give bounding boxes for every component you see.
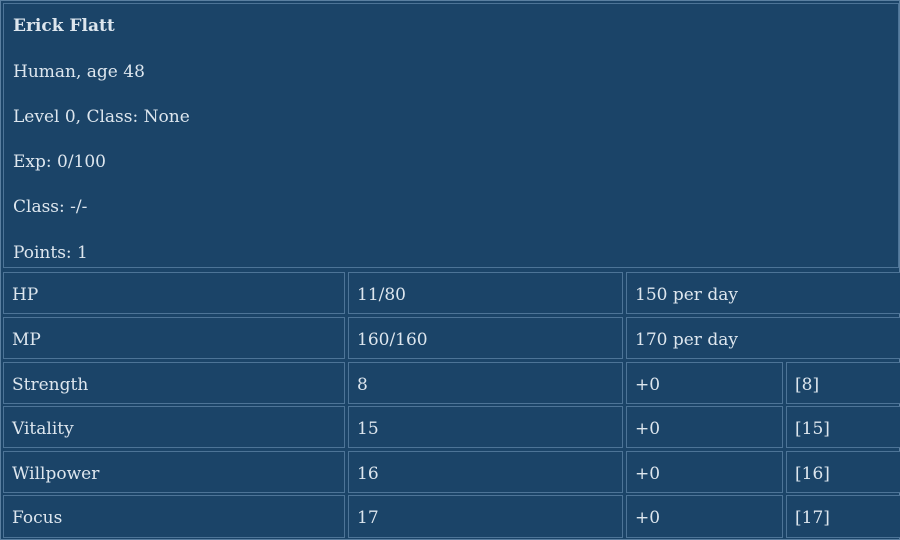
stat-modifier-strength: +0	[626, 362, 783, 404]
stat-total-focus: [17]	[786, 495, 900, 538]
resource-regen-hp: 150 per day	[626, 272, 900, 314]
stat-total-text: [15]	[795, 419, 830, 439]
resource-value-mp: 160/160	[348, 317, 623, 359]
stat-total-vitality: [15]	[786, 406, 900, 448]
stat-modifier-text: +0	[635, 464, 661, 484]
stat-value-text: 8	[357, 375, 368, 395]
experience: Exp: 0/100	[13, 152, 107, 172]
stat-label-strength: Strength	[3, 362, 345, 404]
stat-total-text: [17]	[795, 508, 830, 528]
resource-label-text: MP	[12, 330, 41, 350]
stat-total-strength: [8]	[786, 362, 900, 404]
stat-total-text: [16]	[795, 464, 830, 484]
resource-value-text: 11/80	[357, 285, 406, 305]
stat-modifier-focus: +0	[626, 495, 783, 538]
stat-modifier-vitality: +0	[626, 406, 783, 448]
stat-label-text: Vitality	[12, 419, 74, 439]
resource-regen-text: 150 per day	[635, 285, 738, 305]
stat-total-willpower: [16]	[786, 451, 900, 493]
resource-value-text: 160/160	[357, 330, 428, 350]
stat-value-text: 15	[357, 419, 379, 439]
stat-value-text: 16	[357, 464, 379, 484]
stat-total-text: [8]	[795, 375, 820, 395]
stat-value-willpower: 16	[348, 451, 623, 493]
character-sheet: Erick Flatt Human, age 48 Level 0, Class…	[0, 0, 900, 540]
stat-label-vitality: Vitality	[3, 406, 345, 448]
resource-label-hp: HP	[3, 272, 345, 314]
resource-label-text: HP	[12, 285, 39, 305]
stat-value-text: 17	[357, 508, 379, 528]
character-name: Erick Flatt	[13, 16, 115, 36]
stat-label-willpower: Willpower	[3, 451, 345, 493]
stat-label-text: Willpower	[12, 464, 100, 484]
stat-value-vitality: 15	[348, 406, 623, 448]
character-info-panel: Erick Flatt Human, age 48 Level 0, Class…	[3, 3, 899, 268]
race-age: Human, age 48	[13, 62, 145, 82]
resource-regen-text: 170 per day	[635, 330, 738, 350]
stat-label-focus: Focus	[3, 495, 345, 538]
resource-regen-mp: 170 per day	[626, 317, 900, 359]
stat-label-text: Strength	[12, 375, 89, 395]
points: Points: 1	[13, 243, 88, 263]
level-class: Level 0, Class: None	[13, 107, 190, 127]
resource-value-hp: 11/80	[348, 272, 623, 314]
resource-label-mp: MP	[3, 317, 345, 359]
class-line: Class: -/-	[13, 197, 88, 217]
stat-modifier-text: +0	[635, 375, 661, 395]
stat-label-text: Focus	[12, 508, 63, 528]
stat-value-strength: 8	[348, 362, 623, 404]
stat-modifier-text: +0	[635, 419, 661, 439]
stat-modifier-willpower: +0	[626, 451, 783, 493]
stat-value-focus: 17	[348, 495, 623, 538]
stat-modifier-text: +0	[635, 508, 661, 528]
